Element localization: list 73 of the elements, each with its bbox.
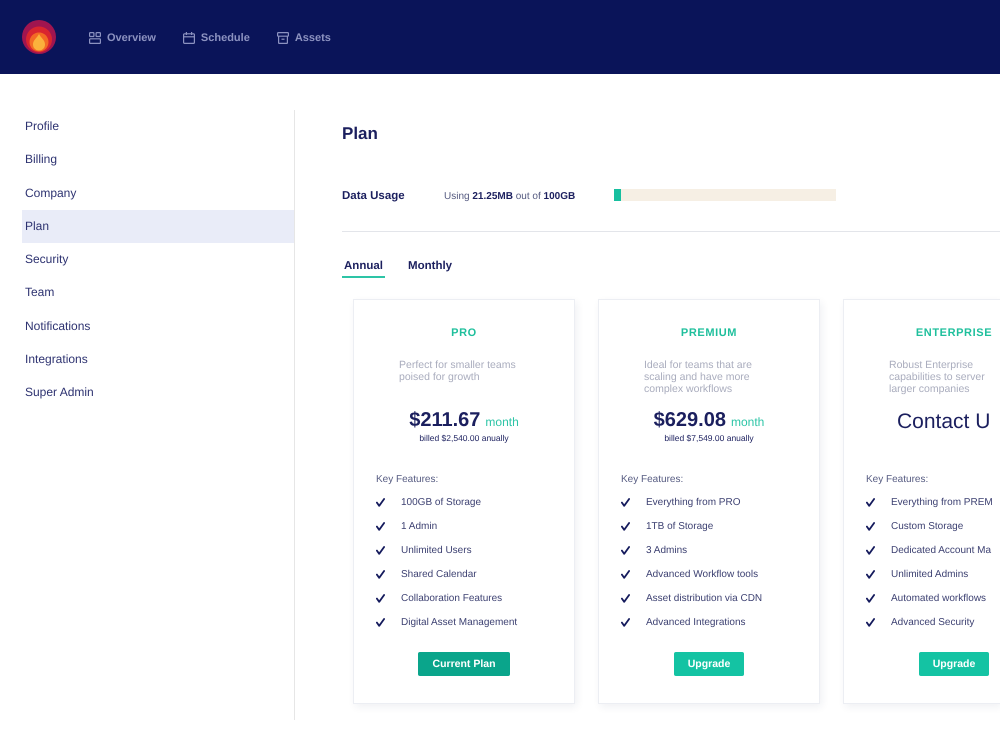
sidebar-item[interactable]: Super Admin [22,376,294,410]
check-icon [621,594,630,602]
sidebar-item[interactable]: Plan [22,210,294,244]
feature-text: Automated workflows [891,592,986,604]
sidebar-item[interactable]: Integrations [22,343,294,376]
tab[interactable]: Annual [342,259,385,278]
feature-text: Everything from PRO [646,496,740,508]
feature-text: Everything from PREM [891,496,993,508]
price-period: month [730,415,764,429]
nav-link[interactable]: Assets [276,32,331,44]
nav-link[interactable]: Schedule [182,32,250,44]
plan-description: Robust Enterprise capabilities to server larger companies [889,359,985,395]
feature-text: Asset distribution via CDN [646,592,762,604]
check-icon [376,594,385,602]
contact-text: Contact U [897,410,990,433]
calendar-icon [182,32,195,44]
tab[interactable]: Monthly [406,259,454,278]
check-icon [376,522,385,530]
feature-text: 1TB of Storage [646,520,714,532]
check-icon [621,546,630,554]
feature-text: Unlimited Admins [891,568,968,580]
archive-icon [276,32,289,44]
feature-text: Custom Storage [891,520,964,532]
sidebar-item[interactable]: Billing [22,143,294,177]
features-heading: Key Features: [866,474,928,485]
features-heading: Key Features: [621,474,684,485]
feature-text: Advanced Security [891,616,974,628]
feature-text: Collaboration Features [401,592,502,604]
price: $629.08 [654,409,726,431]
sidebar-item[interactable]: Profile [22,110,294,144]
feature-text: 100GB of Storage [401,496,482,508]
feature-text: Dedicated Account Ma [891,544,992,556]
check-icon [866,594,875,602]
price-period: month [485,415,519,429]
sidebar-item[interactable]: Security [22,243,294,276]
logo-icon [22,20,56,54]
sidebar-item[interactable]: Notifications [22,310,294,344]
check-icon [866,618,875,626]
check-icon [621,618,630,626]
features-heading: Key Features: [376,474,438,485]
plan-description: Perfect for smaller teams poised for growth [399,359,516,383]
usage-text: Using 21.25MB out of 100GB [444,191,576,202]
check-icon [621,570,630,578]
check-icon [866,522,875,530]
feature-text: Digital Asset Management [401,616,518,628]
feature-text: Unlimited Users [401,544,472,556]
section-label: Data Usage [342,190,405,202]
grid-icon [89,32,101,44]
plan-description: Ideal for teams that are scaling and have more complex workflows [644,359,752,395]
check-icon [866,570,875,578]
check-icon [376,618,385,626]
price: $211.67 [409,409,480,431]
check-icon [376,546,385,554]
check-icon [376,498,385,506]
check-icon [376,570,385,578]
sidebar-item[interactable]: Company [22,176,294,210]
feature-text: Advanced Workflow tools [646,568,758,580]
feature-text: Shared Calendar [401,568,477,580]
check-icon [621,522,630,530]
plan-name: ENTERPRISE [916,327,992,339]
check-icon [621,498,630,506]
plan-name: PRO [451,327,477,339]
sidebar-item[interactable]: Team [22,276,294,310]
billing-note: billed $7,549.00 anually [664,433,754,443]
feature-text: 1 Admin [401,520,438,532]
billing-note: billed $2,540.00 anually [419,433,509,443]
check-icon [866,546,875,554]
feature-text: Advanced Integrations [646,616,746,628]
feature-text: 3 Admins [646,544,688,556]
plan-name: PREMIUM [680,327,738,339]
nav-link[interactable]: Overview [89,32,156,44]
page-title: Plan [342,124,378,144]
check-icon [866,498,875,506]
